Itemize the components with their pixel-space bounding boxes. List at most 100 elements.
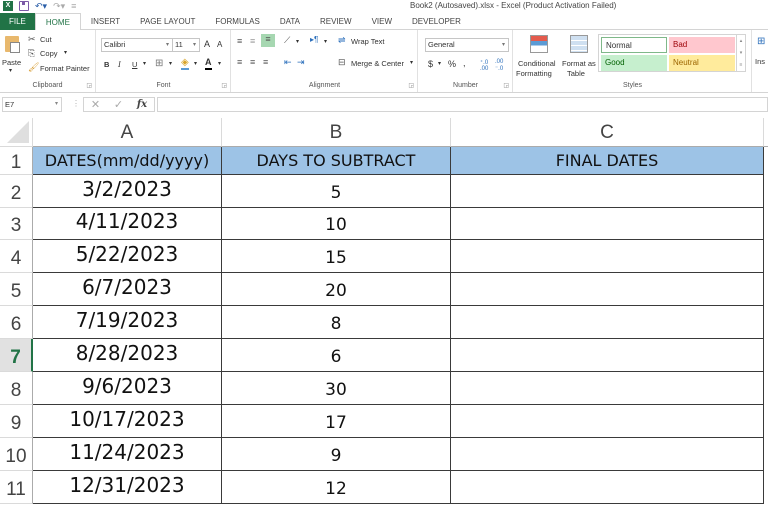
row-header-8[interactable]: 8 [0, 372, 33, 405]
bottom-align-icon[interactable]: ≡ [261, 34, 275, 47]
header-cell-b[interactable]: DAYS TO SUBTRACT [222, 147, 451, 175]
cell-c9[interactable] [451, 405, 764, 438]
cell-a3[interactable]: 4/11/2023 [33, 207, 222, 240]
tab-insert[interactable]: INSERT [81, 13, 130, 30]
cell-c6[interactable] [451, 306, 764, 339]
gallery-scrollbar[interactable]: ▴ ▾ ≡ [736, 35, 745, 71]
column-header-b[interactable]: B [222, 118, 451, 147]
tab-review[interactable]: REVIEW [310, 13, 362, 30]
cell-b4[interactable]: 15 [222, 240, 451, 273]
borders-dropdown-icon[interactable]: ▾ [169, 60, 172, 67]
tab-developer[interactable]: DEVELOPER [402, 13, 471, 30]
style-neutral[interactable]: Neutral [669, 55, 735, 71]
row-header-1[interactable]: 1 [0, 147, 33, 175]
cell-c10[interactable] [451, 438, 764, 471]
orientation-icon[interactable]: ⟋ [284, 35, 290, 46]
font-launcher-icon[interactable]: ◲ [221, 82, 227, 89]
tab-file[interactable]: FILE [0, 13, 35, 30]
header-cell-c[interactable]: FINAL DATES [451, 147, 764, 175]
insert-button[interactable]: Ins [755, 57, 765, 66]
bold-button[interactable]: B [104, 60, 109, 69]
cell-b2[interactable]: 5 [222, 175, 451, 208]
cell-c8[interactable] [451, 372, 764, 405]
cell-b3[interactable]: 10 [222, 207, 451, 240]
text-direction-icon[interactable]: ▸¶ [310, 35, 318, 44]
cell-a4[interactable]: 5/22/2023 [33, 240, 222, 273]
wrap-text-button[interactable]: Wrap Text [351, 37, 385, 46]
style-good[interactable]: Good [601, 55, 667, 71]
paste-button[interactable]: Paste ▾ [2, 34, 22, 74]
font-color-icon[interactable]: A [205, 57, 212, 70]
row-header-7[interactable]: 7 [0, 339, 33, 372]
alignment-launcher-icon[interactable]: ◲ [408, 82, 414, 89]
tab-data[interactable]: DATA [270, 13, 310, 30]
redo-icon[interactable]: ↷▾ [53, 1, 65, 11]
insert-function-icon[interactable]: fx [137, 99, 147, 110]
tab-home[interactable]: HOME [34, 13, 81, 31]
merge-center-dropdown-icon[interactable]: ▾ [410, 59, 413, 66]
orientation-dropdown-icon[interactable]: ▾ [296, 38, 299, 45]
cell-b6[interactable]: 8 [222, 306, 451, 339]
cell-c11[interactable] [451, 471, 764, 504]
cut-button[interactable]: Cut [40, 35, 52, 44]
cancel-icon[interactable]: ✕ [91, 98, 100, 111]
top-align-icon[interactable]: ≡ [237, 36, 242, 46]
cell-c2[interactable] [451, 175, 764, 208]
cell-b11[interactable]: 12 [222, 471, 451, 504]
tab-page-layout[interactable]: PAGE LAYOUT [130, 13, 205, 30]
copy-dropdown-icon[interactable]: ▾ [64, 49, 67, 56]
row-header-5[interactable]: 5 [0, 273, 33, 306]
formula-input[interactable] [157, 97, 768, 112]
cell-a7[interactable]: 8/28/2023 [33, 339, 222, 372]
cell-c7[interactable] [451, 339, 764, 372]
row-header-6[interactable]: 6 [0, 306, 33, 339]
cell-b10[interactable]: 9 [222, 438, 451, 471]
column-header-a[interactable]: A [33, 118, 222, 147]
decrease-indent-icon[interactable]: ⇤ [284, 57, 292, 68]
cell-c3[interactable] [451, 207, 764, 240]
decrease-decimal-icon[interactable]: .00 ⁻.0 [495, 59, 503, 72]
style-bad[interactable]: Bad [669, 37, 735, 53]
middle-align-icon[interactable]: ≡ [250, 36, 255, 46]
fill-color-icon[interactable]: ◈ [181, 57, 189, 70]
cell-a6[interactable]: 7/19/2023 [33, 306, 222, 339]
enter-icon[interactable]: ✓ [114, 98, 123, 111]
undo-icon[interactable]: ↶▾ [35, 1, 47, 11]
comma-button[interactable]: , [463, 58, 466, 68]
align-center-icon[interactable]: ≡ [250, 57, 255, 67]
currency-dropdown-icon[interactable]: ▾ [438, 60, 441, 67]
fill-color-dropdown-icon[interactable]: ▾ [194, 60, 197, 67]
italic-button[interactable]: I [118, 60, 121, 69]
increase-decimal-icon[interactable]: ⁺.0.00 [480, 59, 488, 72]
clipboard-launcher-icon[interactable]: ◲ [86, 82, 92, 89]
percent-button[interactable]: % [448, 59, 456, 69]
header-cell-a[interactable]: DATES(mm/dd/yyyy) [33, 147, 222, 175]
number-format-select[interactable]: General ▾ [425, 38, 509, 52]
column-header-c[interactable]: C [451, 118, 764, 147]
text-direction-dropdown-icon[interactable]: ▾ [324, 38, 327, 45]
shrink-font-button[interactable]: A [217, 40, 222, 49]
align-right-icon[interactable]: ≡ [263, 57, 268, 67]
column-header-d[interactable] [764, 118, 768, 147]
cell-b9[interactable]: 17 [222, 405, 451, 438]
cell-a11[interactable]: 12/31/2023 [33, 471, 222, 504]
customize-qat-icon[interactable]: ≡ [71, 1, 76, 11]
cell-a5[interactable]: 6/7/2023 [33, 273, 222, 306]
merge-center-button[interactable]: Merge & Center [351, 59, 404, 68]
font-size-select[interactable]: 11 ▾ [172, 38, 200, 52]
borders-icon[interactable]: ⊞ [155, 58, 163, 69]
increase-indent-icon[interactable]: ⇥ [297, 57, 305, 68]
row-header-10[interactable]: 10 [0, 438, 33, 471]
cell-a9[interactable]: 10/17/2023 [33, 405, 222, 438]
format-painter-button[interactable]: Format Painter [40, 64, 90, 73]
font-name-select[interactable]: Calibri ▾ [101, 38, 173, 52]
underline-dropdown-icon[interactable]: ▾ [143, 60, 146, 67]
align-left-icon[interactable]: ≡ [237, 57, 242, 67]
row-header-9[interactable]: 9 [0, 405, 33, 438]
copy-button[interactable]: Copy [40, 49, 58, 58]
style-normal[interactable]: Normal [601, 37, 667, 53]
row-header-11[interactable]: 11 [0, 471, 33, 504]
cell-b8[interactable]: 30 [222, 372, 451, 405]
tab-formulas[interactable]: FORMULAS [205, 13, 269, 30]
name-box[interactable]: E7 ▾ [2, 97, 62, 112]
